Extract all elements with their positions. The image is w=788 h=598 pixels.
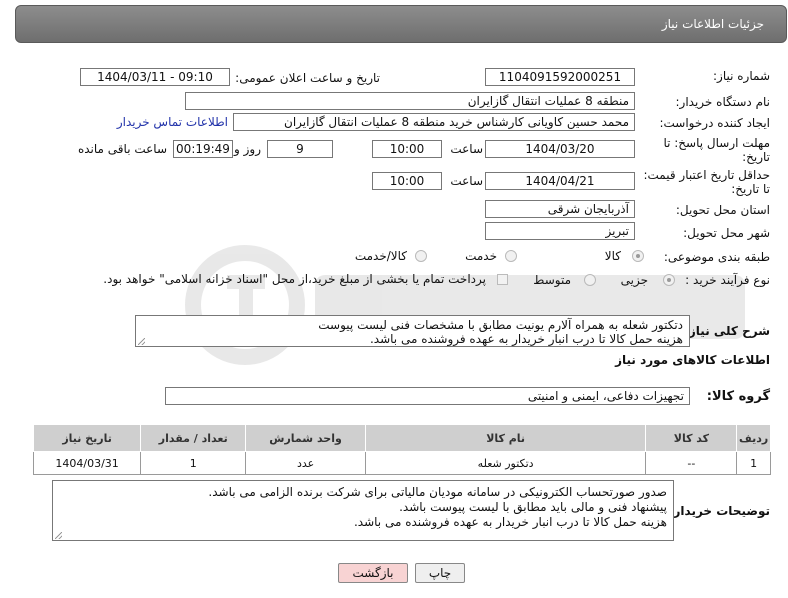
days-field: 9 bbox=[267, 140, 333, 158]
announce-field: 1404/03/11 - 09:10 bbox=[80, 68, 230, 86]
col-unit: واحد شمارش bbox=[245, 424, 366, 452]
province-field: آذربایجان شرقی bbox=[485, 200, 635, 218]
cell-item-name: دتکتور شعله bbox=[364, 451, 647, 475]
category-option-goods-service: کالا/خدمت bbox=[354, 249, 407, 263]
deadline-label: مهلت ارسال پاسخ: تا bbox=[663, 136, 770, 150]
need-number-label: شماره نیاز: bbox=[713, 69, 770, 83]
remaining-label: ساعت باقی مانده bbox=[77, 142, 167, 156]
contact-info-link[interactable]: اطلاعات تماس خریدار bbox=[117, 115, 228, 129]
treasury-payment-checkbox[interactable] bbox=[497, 274, 508, 285]
goods-group-label: گروه کالا: bbox=[706, 389, 770, 404]
category-option-goods: کالا bbox=[604, 249, 621, 263]
col-item-name: نام کالا bbox=[364, 424, 647, 452]
deadline-date-field: 1404/03/20 bbox=[485, 140, 635, 158]
days-label: روز و bbox=[234, 142, 261, 156]
goods-table: ردیف کد کالا نام کالا واحد شمارش تعداد /… bbox=[32, 424, 771, 475]
buyer-org-field: منطقه 8 عملیات انتقال گازایران bbox=[185, 92, 635, 110]
category-radio-service[interactable] bbox=[505, 250, 517, 262]
goods-section-title: اطلاعات کالاهای مورد نیاز bbox=[615, 353, 770, 367]
goods-group-field: تجهیزات دفاعی، ایمنی و امنیتی bbox=[165, 387, 690, 405]
deadline-time-field: 10:00 bbox=[372, 140, 442, 158]
city-label: شهر محل تحویل: bbox=[683, 226, 770, 240]
buyer-notes-label: توضیحات خریدار: bbox=[668, 504, 770, 518]
buyer-note-line: صدور صورتحساب الکترونیکی در سامانه مودیا… bbox=[208, 485, 667, 499]
category-option-service: خدمت bbox=[465, 249, 497, 263]
category-label: طبقه بندی موضوعی: bbox=[663, 250, 770, 264]
validity-time-field: 10:00 bbox=[372, 172, 442, 190]
col-row-number: ردیف bbox=[736, 424, 771, 452]
cell-quantity: 1 bbox=[140, 451, 247, 475]
page-title: جزئیات اطلاعات نیاز bbox=[661, 17, 764, 31]
province-label: استان محل تحویل: bbox=[675, 203, 770, 217]
cell-need-date: 1404/03/31 bbox=[32, 451, 142, 475]
process-option-medium: متوسط bbox=[533, 273, 571, 287]
process-label: نوع فرآیند خرید : bbox=[685, 273, 770, 287]
need-number-field: 1104091592000251 bbox=[485, 68, 635, 86]
validity-label: حداقل تاریخ اعتبار قیمت: bbox=[643, 168, 770, 182]
table-row: 1 -- دتکتور شعله عدد 1 1404/03/31 bbox=[32, 451, 771, 475]
validity-label-2: تا تاریخ: bbox=[731, 182, 770, 196]
buyer-notes-textarea[interactable]: صدور صورتحساب الکترونیکی در سامانه مودیا… bbox=[52, 480, 674, 541]
description-textarea[interactable]: دتکتور شعله به همراه آلارم یونیت مطابق ب… bbox=[135, 315, 690, 347]
cell-unit: عدد bbox=[245, 451, 366, 475]
validity-time-label: ساعت bbox=[450, 174, 483, 188]
remaining-time-field: 00:19:49 bbox=[173, 140, 233, 158]
col-need-date: تاریخ نیاز bbox=[32, 424, 142, 452]
description-label: شرح کلی نیاز: bbox=[684, 324, 770, 338]
deadline-label-2: تاریخ: bbox=[742, 150, 770, 164]
table-header-row: ردیف کد کالا نام کالا واحد شمارش تعداد /… bbox=[32, 424, 771, 452]
validity-date-field: 1404/04/21 bbox=[485, 172, 635, 190]
page-header: جزئیات اطلاعات نیاز bbox=[15, 5, 787, 43]
resize-grip-icon[interactable] bbox=[138, 338, 145, 345]
cell-row-number: 1 bbox=[736, 451, 771, 475]
creator-field: محمد حسین کاویانی کارشناس خرید منطقه 8 ع… bbox=[233, 113, 635, 131]
process-radio-medium[interactable] bbox=[584, 274, 596, 286]
buyer-note-line: پیشنهاد فنی و مالی باید مطابق با لیست پی… bbox=[399, 500, 667, 514]
process-radio-minor[interactable] bbox=[663, 274, 675, 286]
treasury-payment-note: پرداخت تمام یا بخشی از مبلغ خرید،از محل … bbox=[103, 272, 486, 286]
col-item-code: کد کالا bbox=[645, 424, 738, 452]
creator-label: ایجاد کننده درخواست: bbox=[659, 116, 770, 130]
description-line: دتکتور شعله به همراه آلارم یونیت مطابق ب… bbox=[318, 318, 683, 332]
city-field: تبریز bbox=[485, 222, 635, 240]
category-radio-goods-service[interactable] bbox=[415, 250, 427, 262]
back-button[interactable]: بازگشت bbox=[338, 563, 408, 583]
buyer-org-label: نام دستگاه خریدار: bbox=[675, 95, 771, 109]
category-radio-goods[interactable] bbox=[632, 250, 644, 262]
resize-grip-icon[interactable] bbox=[55, 532, 62, 539]
description-line: هزینه حمل کالا تا درب انبار خریدار به عه… bbox=[369, 332, 683, 346]
print-button[interactable]: چاپ bbox=[415, 563, 465, 583]
deadline-time-label: ساعت bbox=[450, 142, 483, 156]
cell-item-code: -- bbox=[645, 451, 738, 475]
buyer-note-line: هزینه حمل کالا تا درب انبار خریدار به عه… bbox=[353, 515, 667, 529]
announce-label: تاریخ و ساعت اعلان عمومی: bbox=[235, 71, 380, 85]
process-option-minor: جزیی bbox=[620, 273, 648, 287]
col-quantity: تعداد / مقدار bbox=[140, 424, 247, 452]
